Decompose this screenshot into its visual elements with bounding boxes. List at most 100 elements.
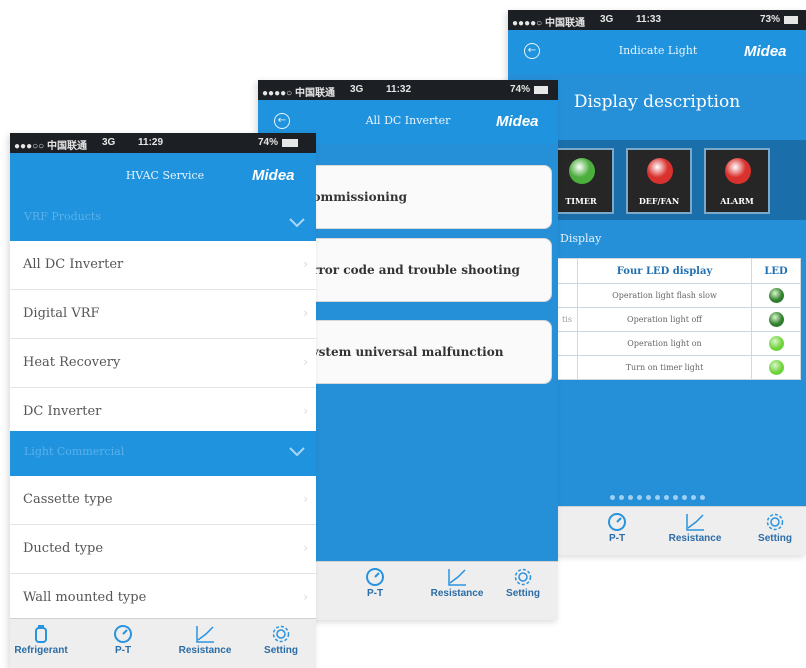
carrier: ●●●●○ 中国联通 <box>512 18 585 29</box>
led-light-icon <box>647 158 673 184</box>
table-cell-description: Operation light on <box>577 331 752 356</box>
network: 3G <box>102 137 116 148</box>
tab-label: P-T <box>366 588 384 599</box>
carrier: ●●●○○ 中国联通 <box>14 141 87 152</box>
gauge-icon <box>112 625 134 643</box>
table-cell-led <box>751 355 801 380</box>
group-label: VRF Products <box>24 210 101 223</box>
tab-p-t[interactable]: P-T <box>88 625 158 656</box>
clock: 11:33 <box>636 14 662 25</box>
table-cell-description: Turn on timer light <box>577 355 752 380</box>
led-status-icon <box>768 336 784 351</box>
battery-level: 74% <box>510 84 531 95</box>
list-item[interactable]: All DC Inverter › <box>10 241 316 290</box>
chevron-right-icon: › <box>303 404 308 418</box>
resistance-graph-icon <box>446 568 468 586</box>
gear-icon <box>512 568 534 586</box>
list-item[interactable]: Cassette type › <box>10 476 316 525</box>
led-indicator: ALARM <box>704 148 770 214</box>
tab-label: Resistance <box>668 533 722 544</box>
led-light-icon <box>725 158 751 184</box>
midea-logo: Midea <box>744 43 787 60</box>
page-dot[interactable] <box>618 495 624 500</box>
tab-label: Resistance <box>430 588 484 599</box>
nav-header: HVAC Service Midea <box>10 153 316 196</box>
page-dot[interactable] <box>609 495 615 500</box>
gauge-icon <box>364 568 386 586</box>
chevron-right-icon: › <box>303 590 308 604</box>
tab-p-t[interactable]: P-T <box>340 568 410 599</box>
led-status-icon <box>768 360 784 375</box>
table-row: Turn on timer light <box>556 355 801 380</box>
tab-label: P-T <box>608 533 626 544</box>
network: 3G <box>350 84 364 95</box>
chevron-right-icon: › <box>303 541 308 555</box>
table-row: Operation light flash slow <box>556 283 801 308</box>
table-cell-led <box>751 331 801 356</box>
page-title: HVAC Service <box>125 169 205 182</box>
resistance-graph-icon <box>684 513 706 531</box>
back-icon[interactable]: ← <box>274 113 290 129</box>
chevron-down-icon <box>289 218 305 228</box>
page-dot[interactable] <box>636 495 642 500</box>
page-dot[interactable] <box>663 495 669 500</box>
page-title: Indicate Light <box>618 44 698 57</box>
page-dot[interactable] <box>645 495 651 500</box>
status-bar: ●●●○○ 中国联通 3G 11:29 74% <box>10 133 316 153</box>
table-header: LED <box>751 258 801 284</box>
display-label: Display <box>560 232 602 245</box>
tab-setting[interactable]: Setting <box>488 568 558 599</box>
back-icon[interactable]: ← <box>524 43 540 59</box>
list-item[interactable]: DC Inverter › <box>10 388 316 437</box>
page-dot[interactable] <box>690 495 696 500</box>
tab-p-t[interactable]: P-T <box>582 513 652 544</box>
table-row: tis Operation light off <box>556 307 801 332</box>
group-header-vrf[interactable]: VRF Products <box>10 196 316 241</box>
page-dot[interactable] <box>627 495 633 500</box>
carrier: ●●●●○ 中国联通 <box>262 88 335 99</box>
led-status-icon <box>768 288 784 303</box>
led-label: TIMER <box>565 196 597 206</box>
list-item[interactable]: Digital VRF › <box>10 290 316 339</box>
clock: 11:29 <box>138 137 164 148</box>
page-dot[interactable] <box>681 495 687 500</box>
chevron-right-icon: › <box>303 492 308 506</box>
battery-icon <box>534 86 548 94</box>
led-status-icon <box>768 312 784 327</box>
gear-icon <box>270 625 292 643</box>
group-label: Light Commercial <box>24 445 125 458</box>
refrigerant-icon <box>30 625 52 643</box>
page-dot[interactable] <box>672 495 678 500</box>
tab-label: P-T <box>114 645 132 656</box>
tab-refrigerant[interactable]: Refrigerant <box>10 625 76 656</box>
tab-resistance[interactable]: Resistance <box>660 513 730 544</box>
table-cell <box>556 355 578 380</box>
network: 3G <box>600 14 614 25</box>
page-dot[interactable] <box>654 495 660 500</box>
page-title: All DC Inverter <box>365 114 451 127</box>
list-item-label: Ducted type <box>23 541 104 556</box>
table-cell-description: Operation light off <box>577 307 752 332</box>
battery-icon <box>282 139 298 147</box>
card-label: Error code and trouble shooting <box>303 263 520 277</box>
list-item[interactable]: Ducted type › <box>10 525 316 574</box>
page-dot[interactable] <box>699 495 705 500</box>
tab-resistance[interactable]: Resistance <box>422 568 492 599</box>
list-item[interactable]: Heat Recovery › <box>10 339 316 388</box>
list-item-label: Wall mounted type <box>23 590 147 605</box>
chevron-right-icon: › <box>303 355 308 369</box>
nav-header: ← Indicate Light Midea <box>508 30 806 74</box>
chevron-down-icon <box>289 447 305 457</box>
clock: 11:32 <box>386 84 412 95</box>
list-item[interactable]: Wall mounted type › <box>10 574 316 623</box>
table-cell <box>556 283 578 308</box>
group-header-light-commercial[interactable]: Light Commercial <box>10 431 316 476</box>
tab-setting[interactable]: Setting <box>740 513 806 544</box>
tab-bar: Refrigerant P-T Resistance Setting <box>10 618 316 668</box>
tab-setting[interactable]: Setting <box>246 625 316 656</box>
list-item-label: All DC Inverter <box>23 257 124 272</box>
tab-label: Resistance <box>178 645 232 656</box>
led-light-icon <box>569 158 595 184</box>
tab-resistance[interactable]: Resistance <box>170 625 240 656</box>
midea-logo: Midea <box>496 113 539 130</box>
